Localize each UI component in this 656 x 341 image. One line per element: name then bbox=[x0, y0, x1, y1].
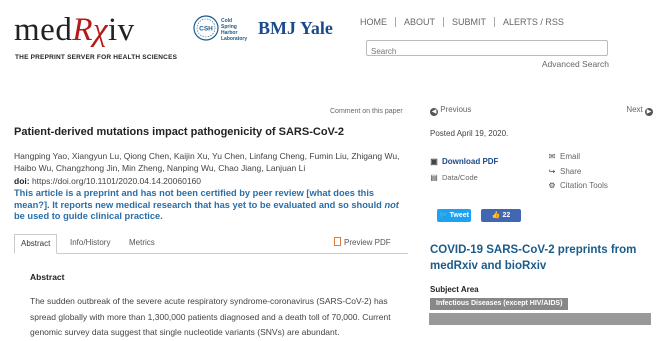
email-icon: ✉ bbox=[548, 152, 556, 161]
search-box bbox=[366, 40, 608, 59]
covid-preprints-link[interactable]: COVID-19 SARS-CoV-2 preprints from medRx… bbox=[430, 242, 650, 274]
subject-area-tag[interactable]: Infectious Diseases (except HIV/AIDS) bbox=[430, 298, 569, 310]
download-pdf-link[interactable]: ▣ Download PDF bbox=[430, 157, 498, 166]
tab-info-history[interactable]: Info/History bbox=[70, 234, 110, 252]
comment-link[interactable]: Comment on this paper bbox=[330, 108, 403, 115]
tagline: THE PREPRINT SERVER FOR HEALTH SCIENCES bbox=[15, 54, 178, 61]
article-title: Patient-derived mutations impact pathoge… bbox=[14, 126, 345, 138]
gear-icon: ⚙ bbox=[548, 181, 556, 190]
nav-about[interactable]: ABOUT bbox=[395, 17, 443, 27]
preprint-warning: This article is a preprint and has not b… bbox=[14, 188, 399, 221]
doi: doi: https://doi.org/10.1101/2020.04.14.… bbox=[14, 176, 201, 186]
data-code-link[interactable]: ▤ Data/Code bbox=[430, 173, 478, 182]
search-input[interactable] bbox=[367, 44, 607, 59]
doi-link[interactable]: https://doi.org/10.1101/2020.04.14.20060… bbox=[32, 176, 201, 186]
citation-tools-link[interactable]: ⚙ Citation Tools bbox=[548, 181, 607, 190]
subject-area-heading: Subject Area bbox=[430, 285, 479, 294]
csh-logo-icon[interactable]: CSH bbox=[193, 15, 219, 41]
facebook-like-button[interactable]: 👍 22 bbox=[481, 209, 521, 222]
chevron-right-icon: ▶ bbox=[645, 108, 653, 116]
email-link[interactable]: ✉ Email bbox=[548, 152, 580, 161]
nav-alerts-rss[interactable]: ALERTS / RSS bbox=[494, 17, 572, 27]
csh-badge-text: CSH bbox=[199, 26, 213, 33]
tab-abstract[interactable]: Abstract bbox=[14, 234, 58, 254]
chevron-left-icon: ◀ bbox=[430, 108, 438, 116]
bmj-yale-logo[interactable]: BMJ Yale bbox=[258, 18, 333, 39]
nav-home[interactable]: HOME bbox=[360, 17, 395, 27]
abstract-heading: Abstract bbox=[30, 272, 65, 282]
preview-pdf-button[interactable]: Preview PDF bbox=[334, 234, 391, 252]
twitter-icon: 🐦 bbox=[439, 212, 448, 219]
advanced-search-link[interactable]: Advanced Search bbox=[542, 59, 609, 69]
pdf-icon bbox=[334, 237, 341, 246]
tab-metrics[interactable]: Metrics bbox=[129, 234, 155, 252]
posted-date: Posted April 19, 2020. bbox=[430, 129, 509, 138]
thumbs-up-icon: 👍 bbox=[491, 212, 501, 219]
article-tabs: Abstract Info/History Metrics Preview PD… bbox=[14, 234, 408, 254]
data-icon: ▤ bbox=[430, 173, 438, 182]
nav-submit[interactable]: SUBMIT bbox=[443, 17, 494, 27]
tweet-button[interactable]: 🐦 Tweet bbox=[437, 209, 471, 222]
medrxiv-logo[interactable]: medRχiv bbox=[14, 14, 135, 47]
subject-area-bar bbox=[429, 313, 651, 325]
csh-text: Cold Spring Harbor Laboratory bbox=[221, 18, 248, 42]
author-list[interactable]: Hangping Yao, Xiangyun Lu, Qiong Chen, K… bbox=[14, 150, 404, 174]
share-icon: ↪ bbox=[548, 167, 556, 176]
top-nav: HOME ABOUT SUBMIT ALERTS / RSS bbox=[360, 17, 572, 27]
previous-link[interactable]: ◀ Previous bbox=[430, 105, 471, 116]
download-icon: ▣ bbox=[430, 157, 438, 166]
next-link[interactable]: Next ▶ bbox=[626, 105, 653, 116]
abstract-text: The sudden outbreak of the severe acute … bbox=[30, 296, 391, 337]
share-link[interactable]: ↪ Share bbox=[548, 167, 582, 176]
